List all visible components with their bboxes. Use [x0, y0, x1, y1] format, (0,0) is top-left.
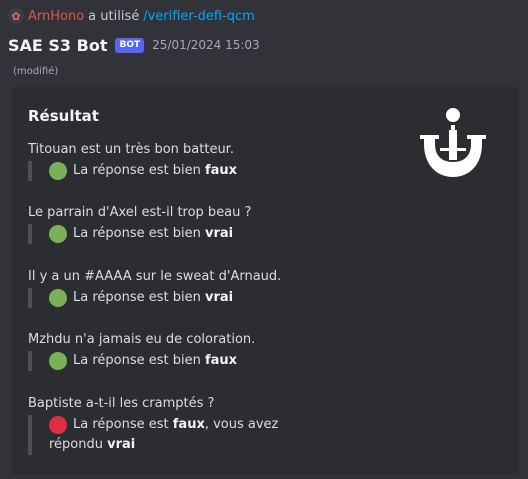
answer-5: La réponse est faux, vous avez répondu v…	[28, 415, 328, 455]
red-circle-icon	[49, 416, 67, 434]
message-header: SAE S3 Bot BOT 25/01/2024 15:03	[8, 34, 260, 56]
answer-value: vrai	[205, 290, 234, 305]
reply-username[interactable]: ArnHono	[28, 9, 84, 24]
message-timestamp[interactable]: 25/01/2024 15:03	[152, 38, 260, 52]
result-embed: Résultat Titouan est un très bon batteur…	[12, 87, 519, 475]
answer-prefix: La réponse est	[73, 417, 169, 432]
answer-prefix: La réponse est bien	[73, 290, 201, 305]
question-4: Mzhdu n'a jamais eu de coloration.	[28, 332, 256, 347]
answer-3: La réponse est bien vrai	[28, 288, 328, 308]
slash-command-link[interactable]: /verifier-defi-qcm	[143, 9, 255, 24]
question-2: Le parrain d'Axel est-il trop beau ?	[28, 205, 252, 220]
answer-prefix: La réponse est bien	[73, 353, 201, 368]
answer-value: faux	[205, 163, 238, 178]
answer-prefix: La réponse est bien	[73, 226, 201, 241]
answer-value: faux	[172, 417, 205, 432]
answer-4: La réponse est bien faux	[28, 351, 328, 371]
question-5: Baptiste a-t-il les cramptés ?	[28, 396, 215, 411]
answer-middle: , vous avez	[204, 417, 279, 432]
reply-context: ✿ ArnHono a utilisé /verifier-defi-qcm	[8, 6, 255, 26]
reply-used-text: a utilisé	[88, 8, 140, 24]
bot-badge: BOT	[115, 37, 145, 53]
answer-line2-prefix: répondu	[49, 437, 103, 452]
answer-1: La réponse est bien faux	[28, 161, 328, 181]
user-avatar-icon[interactable]: ✿	[8, 8, 24, 24]
question-1: Titouan est un très bon batteur.	[28, 142, 234, 157]
embed-title: Résultat	[28, 107, 99, 125]
user-answer-value: vrai	[107, 437, 136, 452]
answer-prefix: La réponse est bien	[73, 163, 201, 178]
bot-name[interactable]: SAE S3 Bot	[8, 36, 107, 55]
green-circle-icon	[49, 225, 67, 243]
answer-2: La réponse est bien vrai	[28, 224, 328, 244]
answer-value: vrai	[205, 226, 234, 241]
green-circle-icon	[49, 289, 67, 307]
edited-label: (modifié)	[13, 66, 59, 77]
question-3: Il y a un #AAAA sur le sweat d'Arnaud.	[28, 269, 282, 284]
green-circle-icon	[49, 162, 67, 180]
green-circle-icon	[49, 352, 67, 370]
answer-value: faux	[205, 353, 238, 368]
